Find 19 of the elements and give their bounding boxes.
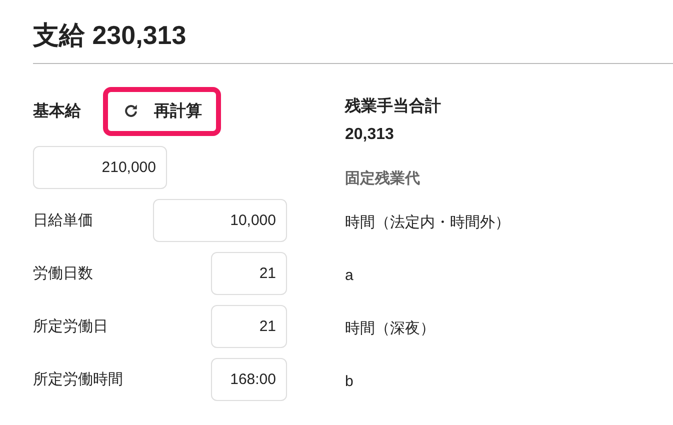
field-label: 基本給 bbox=[33, 102, 81, 122]
total-value: 20,313 bbox=[345, 126, 395, 144]
subsection-heading: 固定残業代 bbox=[345, 169, 421, 188]
input-field[interactable]: 210,000 bbox=[33, 146, 167, 190]
input-field[interactable]: 21 bbox=[211, 252, 287, 296]
item-label: b bbox=[345, 373, 354, 390]
page-title: 支給 230,313 bbox=[33, 20, 673, 64]
field-label: 所定労働時間 bbox=[33, 370, 123, 390]
item-label: 時間（深夜） bbox=[345, 320, 436, 338]
section-heading: 残業手当合計 bbox=[345, 96, 442, 118]
input-field[interactable]: 10,000 bbox=[153, 199, 287, 242]
input-field[interactable]: 168:00 bbox=[211, 358, 287, 402]
input-field[interactable]: 21 bbox=[211, 305, 287, 348]
field-label: 労働日数 bbox=[33, 264, 93, 284]
field-label: 所定労働日 bbox=[33, 317, 108, 336]
field-label: 日給単価 bbox=[33, 211, 93, 230]
item-label: 時間（法定内・時間外） bbox=[345, 214, 510, 232]
recalculate-button[interactable]: 再計算 bbox=[103, 86, 221, 136]
item-label: a bbox=[345, 267, 354, 284]
